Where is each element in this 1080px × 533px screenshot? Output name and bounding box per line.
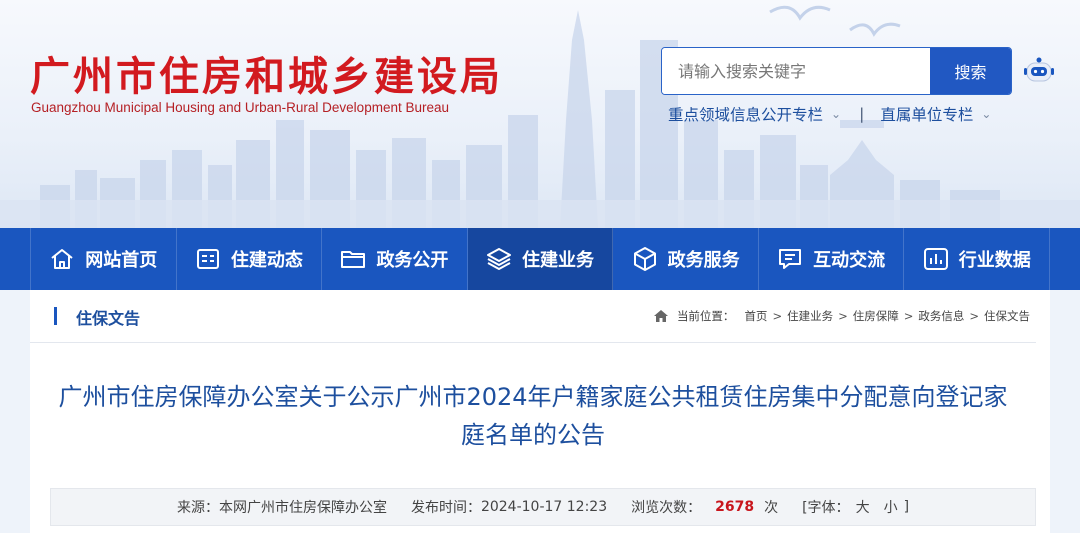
- chart-icon: [923, 248, 948, 270]
- key-areas-disclosure-link[interactable]: 重点领域信息公开专栏 ⌄: [668, 103, 841, 125]
- search-input[interactable]: [662, 48, 930, 94]
- breadcrumb-separator: >: [969, 309, 979, 323]
- nav-item-label: 行业数据: [958, 250, 1031, 271]
- nav-item-home[interactable]: 网站首页: [30, 228, 177, 290]
- breadcrumb-item[interactable]: 住建业务: [787, 308, 833, 324]
- nav-item-label: 互动交流: [813, 250, 886, 271]
- nav-item-label: 网站首页: [85, 250, 158, 271]
- font-size-large-button[interactable]: 大: [856, 497, 870, 517]
- cube-icon: [633, 247, 656, 271]
- layers-icon: [487, 248, 512, 270]
- affiliated-units-label: 直属单位专栏: [880, 106, 974, 124]
- section-marker: [54, 307, 57, 325]
- news-icon: [196, 249, 219, 269]
- nav-item-construction-business[interactable]: 住建业务: [467, 228, 614, 290]
- article-title: 广州市住房保障办公室关于公示广州市2024年户籍家庭公共租赁住房集中分配意向登记…: [58, 383, 1008, 449]
- section-header: 住保文告 当前位置： 首页 > 住建业务 > 住房保障 > 政务信息 > 住保文…: [30, 290, 1036, 343]
- article-panel: 住保文告 当前位置： 首页 > 住建业务 > 住房保障 > 政务信息 > 住保文…: [30, 290, 1050, 533]
- nav-item-label: 政务公开: [376, 250, 449, 271]
- breadcrumb-separator: >: [772, 309, 783, 323]
- robot-assistant-icon[interactable]: [1022, 55, 1056, 87]
- views-label: 浏览次数：: [631, 500, 702, 516]
- publish-time-value: 2024-10-17 12:23: [480, 499, 608, 515]
- home-icon: [51, 249, 73, 269]
- nav-item-label: 住建动态: [230, 250, 303, 271]
- affiliated-units-link[interactable]: 直属单位专栏 ⌄: [880, 103, 991, 125]
- key-areas-disclosure-label: 重点领域信息公开专栏: [668, 106, 824, 124]
- source-value: 本网广州市住房保障办公室: [218, 500, 387, 516]
- views-unit: 次: [764, 500, 779, 516]
- nav-item-industry-data[interactable]: 行业数据: [904, 228, 1051, 290]
- site-header: 广州市住房和城乡建设局 Guangzhou Municipal Housing …: [0, 0, 1080, 228]
- breadcrumb-item[interactable]: 住房保障: [853, 308, 899, 324]
- breadcrumb: 当前位置： 首页 > 住建业务 > 住房保障 > 政务信息 > 住保文告: [653, 308, 1030, 324]
- section-title[interactable]: 住保文告: [76, 305, 140, 329]
- nav-item-interaction[interactable]: 互动交流: [759, 228, 905, 290]
- font-size-bracket-end: ]: [903, 499, 910, 515]
- nav-item-government-services[interactable]: 政务服务: [613, 228, 759, 290]
- home-icon: [653, 310, 668, 322]
- nav-item-label: 政务服务: [667, 250, 740, 271]
- chevron-down-icon: ⌄: [831, 107, 842, 121]
- source-label: 来源：: [176, 500, 219, 516]
- views-count: 2678: [715, 499, 755, 515]
- nav-item-label: 住建业务: [522, 250, 595, 271]
- search-button[interactable]: 搜索: [930, 48, 1011, 94]
- breadcrumb-label: 当前位置：: [676, 309, 735, 323]
- search-form: 搜索: [661, 47, 1012, 95]
- chat-icon: [779, 249, 802, 269]
- site-logo-title: 广州市住房和城乡建设局: [30, 54, 503, 100]
- chevron-down-icon: ⌄: [981, 107, 992, 121]
- font-size-label: [字体：: [802, 500, 850, 516]
- header-links: 重点领域信息公开专栏 ⌄ | 直属单位专栏 ⌄: [668, 103, 991, 125]
- breadcrumb-item[interactable]: 政务信息: [918, 308, 964, 324]
- link-separator: |: [859, 105, 865, 123]
- main-nav: 网站首页 住建动态 政务公开 住建业务 政务服务 互动交流 行业数据: [0, 228, 1080, 290]
- nav-item-news[interactable]: 住建动态: [177, 228, 323, 290]
- folder-icon: [341, 251, 366, 268]
- breadcrumb-separator: >: [903, 309, 914, 323]
- breadcrumb-item[interactable]: 首页: [744, 308, 767, 324]
- site-logo-subtitle: Guangzhou Municipal Housing and Urban-Ru…: [31, 100, 449, 115]
- nav-item-government-affairs[interactable]: 政务公开: [322, 228, 468, 290]
- article-meta: 来源： 本网广州市住房保障办公室 发布时间： 2024-10-17 12:23 …: [50, 488, 1036, 526]
- breadcrumb-separator: >: [838, 309, 848, 323]
- publish-time-label: 发布时间：: [410, 500, 481, 516]
- font-size-small-button[interactable]: 小: [884, 497, 898, 517]
- breadcrumb-item[interactable]: 住保文告: [984, 308, 1030, 324]
